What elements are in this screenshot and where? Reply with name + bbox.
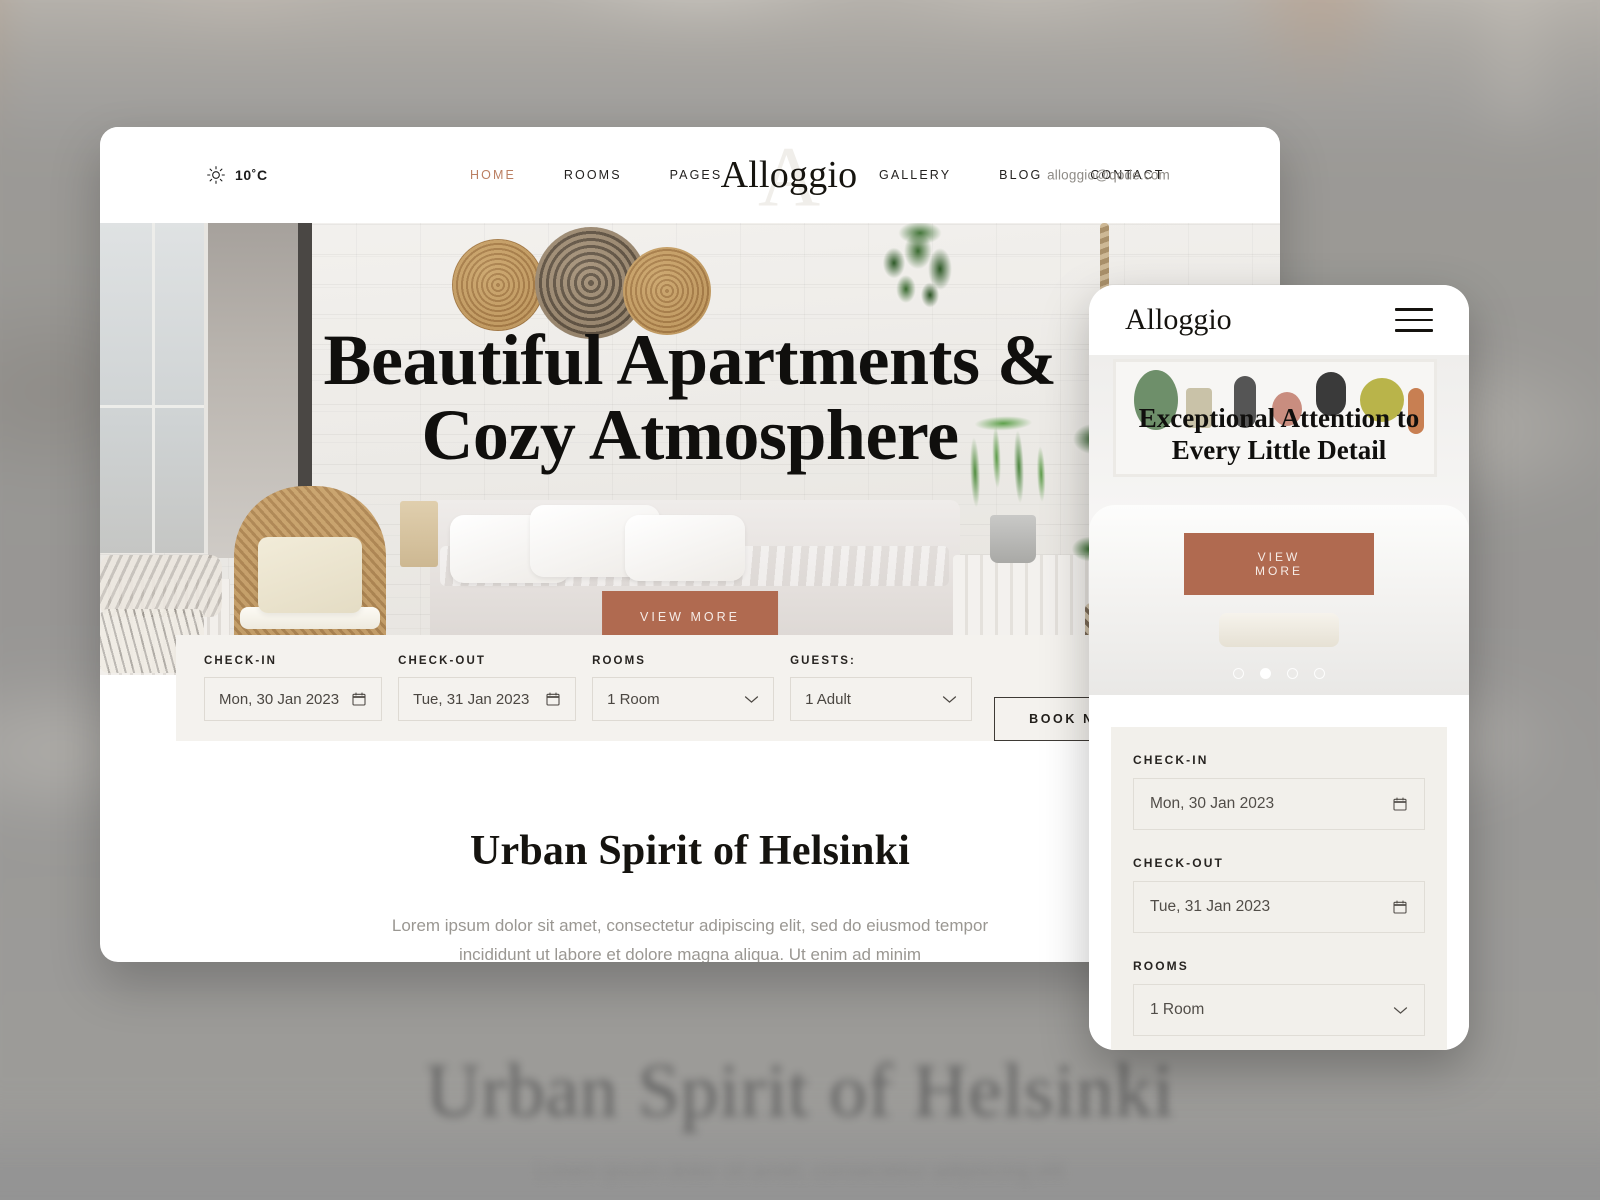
mobile-hero-title: Exceptional Attention to Every Little De… [1089,403,1469,467]
mobile-checkin-input[interactable]: Mon, 30 Jan 2023 [1133,778,1425,830]
header-email-link[interactable]: alloggio@qode.com [1047,168,1170,183]
mobile-rooms-value: 1 Room [1150,1001,1205,1018]
site-header: 10˚C HOME ROOMS PAGES A Alloggio GALLERY… [100,127,1280,223]
mobile-checkin-label: CHECK-IN [1133,753,1209,767]
hanging-plant [870,223,980,318]
chevron-down-icon [1393,1006,1408,1014]
sun-icon [207,166,225,184]
hamburger-icon[interactable] [1395,308,1433,332]
mobile-checkout-label: CHECK-OUT [1133,856,1224,870]
calendar-icon [1393,797,1407,811]
carousel-dots [1233,668,1325,679]
mobile-checkout-value: Tue, 31 Jan 2023 [1150,898,1271,915]
hamburger-line [1395,308,1433,311]
nav-item-rooms[interactable]: ROOMS [564,168,622,182]
checkout-input[interactable]: Tue, 31 Jan 2023 [398,677,577,721]
checkin-label: CHECK-IN [204,655,278,667]
checkin-value: Mon, 30 Jan 2023 [219,690,340,708]
carousel-dot-active[interactable] [1260,668,1271,679]
mobile-rooms-select[interactable]: 1 Room [1133,984,1425,1036]
calendar-icon [352,692,366,706]
checkout-field: CHECK-OUT Tue, 31 Jan 2023 [390,655,584,721]
bed-headboard [400,501,438,567]
booking-search-bar: CHECK-IN Mon, 30 Jan 2023 CHECK-OUT Tue,… [176,635,1206,741]
rooms-value: 1 Room [607,690,660,708]
checkout-label: CHECK-OUT [398,655,486,667]
nav-item-pages[interactable]: PAGES [670,168,723,182]
site-logo[interactable]: A Alloggio [720,134,858,220]
mobile-rooms-label: ROOMS [1133,959,1189,973]
weather-widget: 10˚C [206,165,268,185]
hamburger-line [1395,318,1433,322]
guests-field: GUESTS: 1 Adult [782,655,980,721]
nav-item-blog[interactable]: BLOG [999,168,1042,182]
weather-temperature: 10˚C [235,167,268,183]
backdrop-blurred-subtitle: Lorem ipsum dolor sit amet, consectetur … [535,1158,1065,1183]
nav-item-home[interactable]: HOME [470,168,516,182]
mobile-view-more-button[interactable]: VIEW MORE [1184,533,1374,595]
logo-wordmark: Alloggio [720,154,858,196]
throw-blanket [100,555,222,617]
chair-cushion [258,537,362,613]
nav-item-gallery[interactable]: GALLERY [879,168,951,182]
section-body-text: Lorem ipsum dolor sit amet, consectetur … [391,916,989,962]
checkout-value: Tue, 31 Jan 2023 [413,690,530,708]
hero-title-line-1: Beautiful Apartments & [323,320,1057,400]
rooms-field: ROOMS 1 Room [584,655,782,721]
mobile-checkout-input[interactable]: Tue, 31 Jan 2023 [1133,881,1425,933]
mobile-header: Alloggio [1089,285,1469,355]
woven-wall-disc [452,239,544,331]
mobile-hero-section: Exceptional Attention to Every Little De… [1089,355,1469,695]
calendar-icon [546,692,560,706]
backdrop-blurred-title: Urban Spirit of Helsinki [425,1049,1175,1133]
calendar-icon [1393,900,1407,914]
mobile-hero-title-line-2: Every Little Detail [1171,434,1387,465]
mobile-booking-panel: CHECK-IN Mon, 30 Jan 2023 CHECK-OUT Tue,… [1111,727,1447,1050]
bed-pillow [625,515,745,581]
chevron-down-icon [942,695,957,703]
chevron-down-icon [744,695,759,703]
guests-select[interactable]: 1 Adult [790,677,973,721]
mobile-decorative-cushion [1219,613,1339,647]
mobile-device-mockup: Alloggio Exceptional Attention to Every … [1089,285,1469,1050]
checkin-input[interactable]: Mon, 30 Jan 2023 [204,677,383,721]
carousel-dot[interactable] [1314,668,1325,679]
mobile-booking-section: CHECK-IN Mon, 30 Jan 2023 CHECK-OUT Tue,… [1089,695,1469,1050]
mobile-checkin-value: Mon, 30 Jan 2023 [1150,795,1275,812]
rooms-label: ROOMS [592,655,647,667]
carousel-dot[interactable] [1287,668,1298,679]
guests-value: 1 Adult [805,690,851,708]
mobile-hero-title-line-1: Exceptional Attention to [1138,403,1420,433]
primary-nav-left: HOME ROOMS PAGES [470,168,722,182]
hero-title-line-2: Cozy Atmosphere [421,394,959,475]
rooms-select[interactable]: 1 Room [592,677,775,721]
checkin-field: CHECK-IN Mon, 30 Jan 2023 [196,655,390,721]
hamburger-line [1395,329,1433,332]
mobile-logo[interactable]: Alloggio [1125,303,1232,337]
guests-label: GUESTS: [790,655,856,667]
carousel-dot[interactable] [1233,668,1244,679]
